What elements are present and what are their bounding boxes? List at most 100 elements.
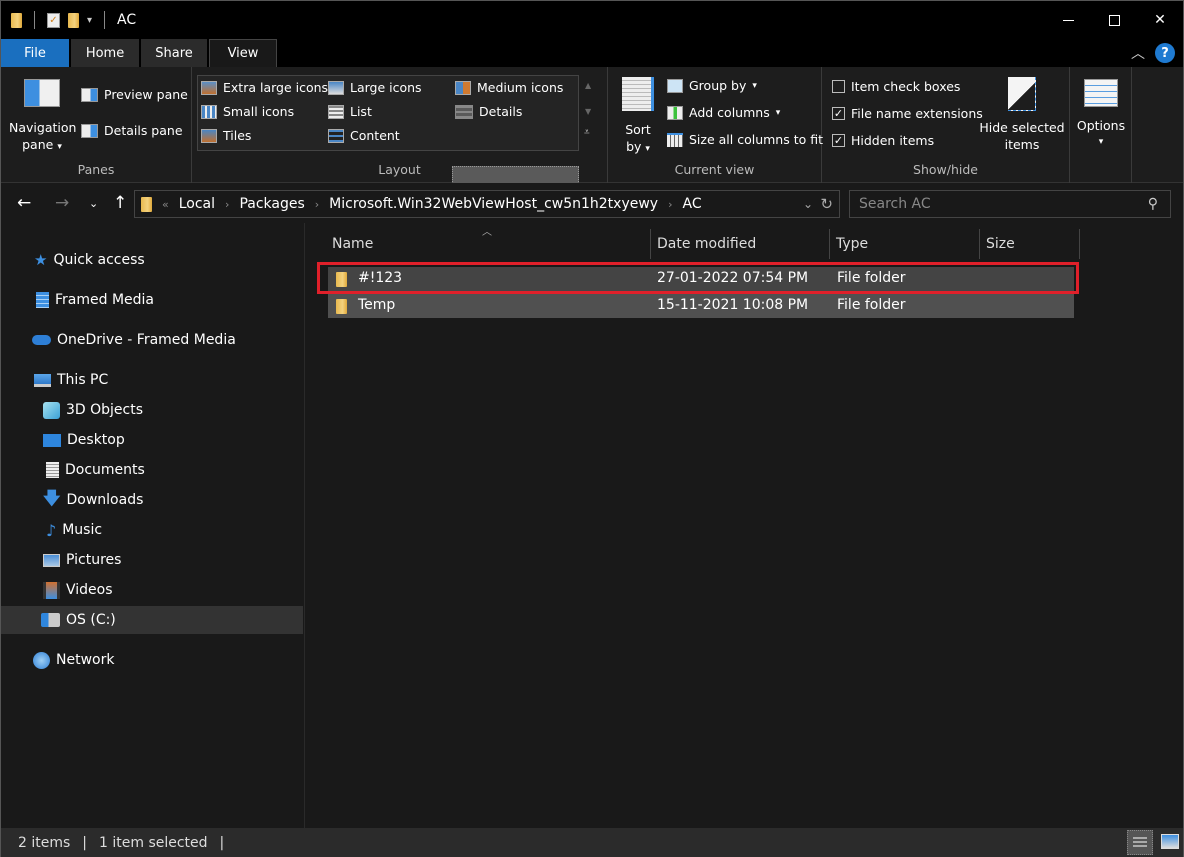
layout-large-icons[interactable]: Large icons [328, 80, 422, 95]
maximize-icon [1108, 14, 1120, 26]
add-columns-button[interactable]: Add columns ▾ [667, 105, 780, 120]
layout-item-label: Small icons [223, 104, 295, 119]
sidebar-item-onedrive[interactable]: OneDrive - Framed Media [1, 326, 303, 354]
recent-locations-icon[interactable]: ⌄ [89, 197, 98, 210]
gallery-scroll-down[interactable]: ▼ [585, 107, 591, 116]
gallery-expand[interactable]: ⩡ [584, 127, 590, 138]
customize-dropdown-icon[interactable]: ▾ [87, 15, 92, 26]
file-name-extensions-label: File name extensions [851, 106, 983, 121]
help-icon[interactable]: ? [1155, 43, 1175, 63]
search-input[interactable]: Search AC ⚲ [849, 190, 1171, 218]
file-name-extensions-toggle[interactable]: ✓ File name extensions [832, 106, 983, 121]
sidebar-item-label: Framed Media [55, 292, 155, 308]
divider [104, 11, 106, 29]
breadcrumb-packages[interactable]: Packages [239, 196, 304, 212]
sidebar-item-videos[interactable]: Videos [1, 576, 303, 604]
checkbox-unchecked[interactable] [832, 80, 845, 93]
chevron-right-icon[interactable]: › [315, 198, 319, 211]
close-button[interactable]: ✕ [1137, 1, 1183, 39]
maximize-button[interactable] [1091, 1, 1137, 39]
column-header-size[interactable]: Size [980, 229, 1080, 259]
address-dropdown-icon[interactable]: ⌄ [803, 197, 813, 211]
options-button[interactable]: Options ▾ [1074, 79, 1128, 151]
new-folder-icon[interactable] [68, 12, 79, 28]
checkbox-checked[interactable]: ✓ [832, 107, 845, 120]
sidebar-item-network[interactable]: Network [1, 646, 303, 674]
sidebar-item-pictures[interactable]: Pictures [1, 546, 303, 574]
properties-icon[interactable]: ✓ [47, 12, 60, 28]
breadcrumb-local[interactable]: Local [179, 196, 215, 212]
layout-content[interactable]: Content [328, 128, 400, 143]
group-by-button[interactable]: Group by ▾ [667, 78, 757, 93]
layout-medium-icons[interactable]: Medium icons [455, 80, 563, 95]
column-header-label: Date modified [657, 236, 757, 252]
options-label: Options [1076, 118, 1126, 133]
layout-details[interactable]: Details [455, 104, 522, 119]
address-bar[interactable]: « Local › Packages › Microsoft.Win32WebV… [134, 190, 840, 218]
collapse-ribbon-icon[interactable]: ︿ [1131, 43, 1145, 63]
folder-icon[interactable] [11, 12, 22, 28]
list-icon [328, 104, 344, 119]
navigation-pane-button[interactable]: Navigation pane ▾ [9, 79, 76, 156]
layout-list[interactable]: List [328, 104, 372, 119]
back-arrow-icon[interactable]: ← [17, 193, 31, 213]
size-columns-icon [667, 132, 683, 147]
sort-by-button[interactable]: Sort by ▾ [616, 77, 660, 158]
size-all-columns-button[interactable]: Size all columns to fit [667, 132, 823, 147]
column-header-type[interactable]: Type [830, 229, 980, 259]
layout-tiles[interactable]: Tiles [201, 128, 251, 143]
sidebar-item-os-c[interactable]: OS (C:) [1, 606, 303, 634]
sidebar-item-downloads[interactable]: 🡇 Downloads [1, 486, 303, 514]
gallery-scroll-up[interactable]: ▲ [585, 81, 591, 90]
tab-share[interactable]: Share [141, 39, 209, 67]
hidden-items-toggle[interactable]: ✓ Hidden items [832, 133, 934, 148]
layout-item-label: Medium icons [477, 80, 564, 95]
up-arrow-icon[interactable]: ↑ [113, 193, 127, 213]
highlight-annotation-box [317, 262, 1079, 294]
sidebar-item-desktop[interactable]: Desktop [1, 426, 303, 454]
tab-home[interactable]: Home [71, 39, 141, 67]
column-header-date-modified[interactable]: Date modified [651, 229, 830, 259]
breadcrumb-overflow[interactable]: « [162, 198, 169, 211]
extra-large-icons-icon [201, 80, 217, 95]
refresh-icon[interactable]: ↻ [820, 195, 833, 213]
group-by-label: Group by [689, 78, 747, 93]
preview-pane-button[interactable]: Preview pane [81, 87, 188, 102]
details-view-icon [1133, 836, 1147, 849]
minimize-button[interactable] [1045, 1, 1091, 39]
breadcrumb-webviewhost[interactable]: Microsoft.Win32WebViewHost_cw5n1h2txyewy [329, 196, 658, 212]
sidebar-item-3d-objects[interactable]: 3D Objects [1, 396, 303, 424]
tab-file[interactable]: File [1, 39, 71, 67]
music-icon: ♪ [46, 520, 57, 540]
status-bar: 2 items | 1 item selected | [1, 828, 1183, 857]
sidebar-item-framed-media[interactable]: Framed Media [1, 286, 303, 314]
layout-extra-large-icons[interactable]: Extra large icons [201, 80, 328, 95]
search-placeholder: Search AC [859, 196, 931, 212]
sidebar-item-music[interactable]: ♪ Music [1, 516, 303, 544]
sidebar-item-quick-access[interactable]: ★ Quick access [1, 246, 303, 274]
details-pane-label: Details pane [104, 123, 183, 138]
large-icons-view-button[interactable] [1161, 834, 1179, 849]
details-pane-button[interactable]: Details pane [81, 123, 183, 138]
search-icon[interactable]: ⚲ [1148, 196, 1158, 212]
checkbox-checked[interactable]: ✓ [832, 134, 845, 147]
forward-arrow-icon[interactable]: → [55, 193, 69, 213]
tab-view[interactable]: View [209, 39, 277, 67]
layout-small-icons[interactable]: Small icons [201, 104, 294, 119]
details-view-button[interactable] [1127, 830, 1153, 855]
sidebar-item-this-pc[interactable]: This PC [1, 366, 303, 394]
options-icon [1084, 79, 1118, 107]
layout-item-label: Details [479, 104, 523, 119]
column-header-name[interactable]: Name [326, 229, 651, 259]
dropdown-icon: ▾ [1098, 137, 1104, 147]
sidebar-item-documents[interactable]: Documents [1, 456, 303, 484]
breadcrumb-ac[interactable]: AC [683, 196, 702, 212]
dropdown-icon: ▾ [775, 107, 781, 118]
hide-selected-icon [1008, 77, 1036, 111]
chevron-right-icon[interactable]: › [225, 198, 229, 211]
pictures-icon [43, 553, 60, 567]
chevron-right-icon[interactable]: › [668, 198, 672, 211]
item-check-boxes-toggle[interactable]: Item check boxes [832, 79, 960, 94]
table-row[interactable]: Temp 15-11-2021 10:08 PM File folder [328, 294, 1074, 318]
hide-selected-items-button[interactable]: Hide selected items [978, 77, 1066, 153]
